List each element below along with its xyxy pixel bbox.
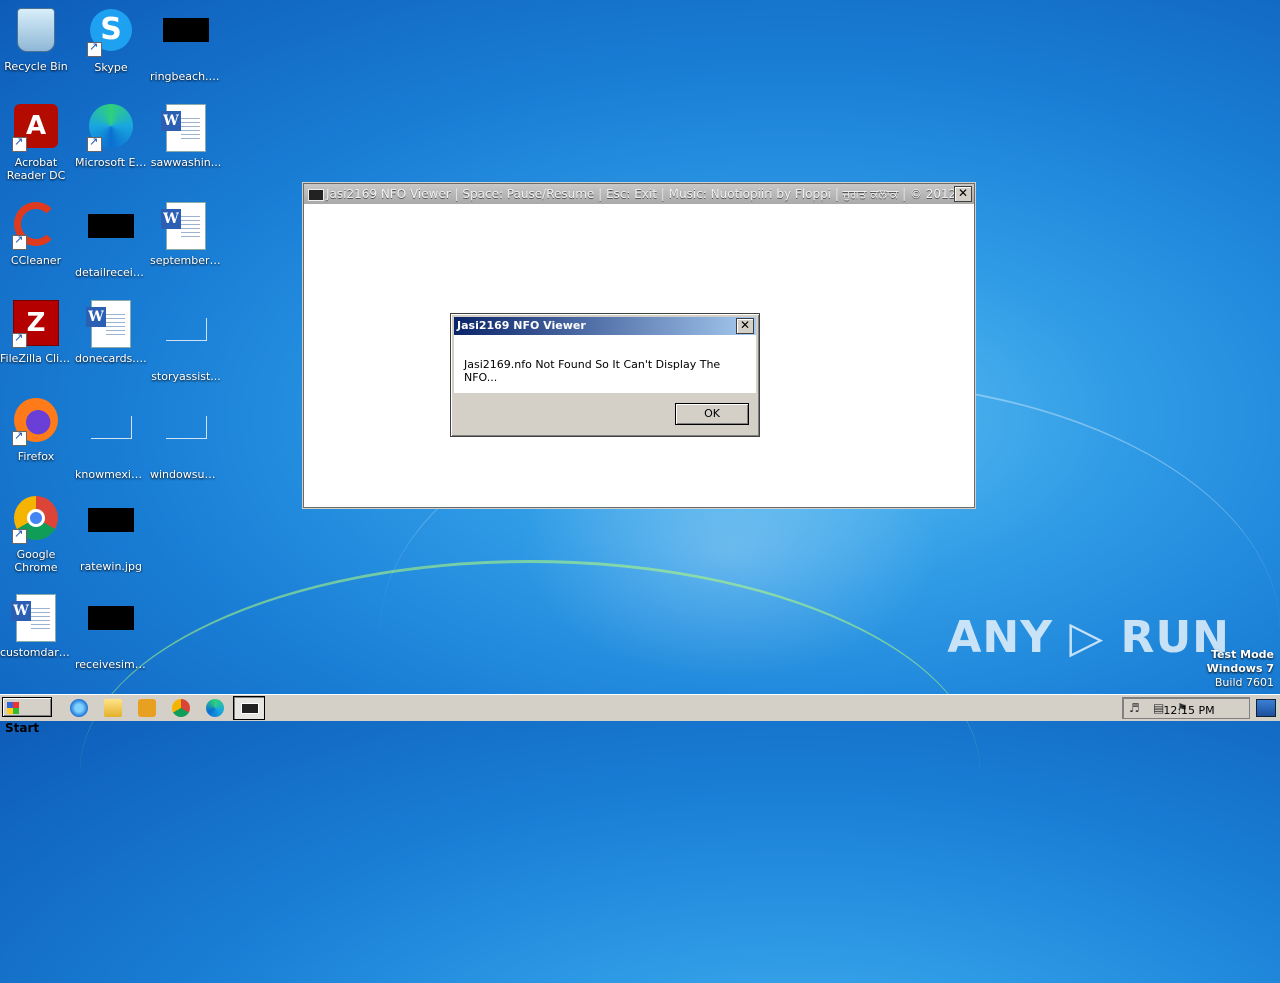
desktop-icon-windowsuni[interactable]: windowsuni... [148,398,224,481]
clock[interactable]: 12:15 PM [1159,701,1219,721]
windows-version-line: Windows 7 [1206,662,1274,675]
desktop-icon-label: Recycle Bin [4,60,68,73]
dialog-title: Jasi2169 NFO Viewer [457,319,586,332]
test-mode-line: Test Mode [1211,648,1274,661]
desktop-icon-skype[interactable]: S Skype [73,6,149,74]
blank-file-icon [90,416,132,439]
dialog-title-bar[interactable]: Jasi2169 NFO Viewer ✕ [454,317,756,335]
image-file-icon [163,18,209,42]
taskbar: Start ♬ ▤ ⚑ 12:15 PM [0,694,1280,735]
desktop-icon-label: FileZilla Client [0,352,74,365]
desktop-icon-filezilla[interactable]: Z FileZilla Client [0,300,74,365]
shortcut-arrow-icon [12,527,27,544]
desktop-icon-label: sawwashin... [150,156,222,169]
desktop-icon-sawwashin[interactable]: W sawwashin... [148,104,224,169]
desktop-icon-ratewin[interactable]: ratewin.jpg [73,496,149,573]
desktop-icon-detailreceiv[interactable]: detailreceiv... [73,202,149,279]
dialog-close-button[interactable]: ✕ [736,318,754,334]
desktop-icon-label: Google Chrome [14,548,58,574]
desktop-icon-label: ringbeach.jpg [150,70,224,83]
dialog-message: Jasi2169.nfo Not Found So It Can't Displ… [464,358,721,384]
desktop-icon-label: knowmexic... [75,468,148,481]
desktop-icon-label: CCleaner [10,254,62,267]
desktop-icon-acrobat[interactable]: A Acrobat Reader DC [0,104,74,182]
start-label: Start [5,721,40,735]
media-player-icon[interactable] [138,699,156,717]
build-line: Build 7601 [1214,676,1274,689]
explorer-folder-icon[interactable] [104,699,122,717]
desktop-icon-knowmexic[interactable]: knowmexic... [73,398,149,481]
word-doc-icon: W [11,594,56,642]
desktop-icon-label: detailreceiv... [75,266,149,279]
anyrun-watermark: ANY ▷ RUN [947,612,1230,663]
app-icon [308,189,324,201]
image-file-icon [88,214,134,238]
start-button[interactable]: Start [2,697,52,735]
shortcut-arrow-icon [12,331,27,348]
desktop-icon-firefox[interactable]: Firefox [0,398,74,463]
chrome-taskbar-icon[interactable] [172,699,190,717]
desktop-icon-receivesimil[interactable]: receivesimil... [73,594,149,671]
shortcut-arrow-icon [12,429,27,446]
desktop-icon-label: Skype [94,61,128,74]
desktop-icon-label: Microsoft Edge [75,156,149,169]
shortcut-arrow-icon [87,135,102,152]
desktop-icon-ringbeach[interactable]: ringbeach.jpg [148,6,224,83]
word-doc-icon: W [161,104,206,152]
test-mode-notice: Test Mode Windows 7 Build 7601 [1207,648,1274,690]
error-dialog[interactable]: Jasi2169 NFO Viewer ✕ Jasi2169.nfo Not F… [450,313,760,437]
word-doc-icon: W [161,202,206,250]
recycle-bin-icon [17,8,55,52]
shortcut-arrow-icon [12,233,27,250]
viewer-title-bar[interactable]: Jasi2169 NFO Viewer | Space: Pause/Resum… [304,184,974,204]
nfo-viewer-task-button[interactable] [233,696,265,720]
desktop-icon-label: septemberp... [150,254,224,267]
desktop-icon-storyassist[interactable]: storyassist... [148,300,224,383]
viewer-close-button[interactable]: ✕ [954,186,972,202]
desktop-icon-label: windowsuni... [150,468,224,481]
system-tray: ♬ ▤ ⚑ 12:15 PM [1122,697,1250,719]
image-file-icon [88,508,134,532]
desktop-icon-ccleaner[interactable]: CCleaner [0,202,74,267]
speaker-icon[interactable]: ♬ [1129,701,1143,715]
shortcut-arrow-icon [87,40,102,57]
desktop-icon-recycle-bin[interactable]: Recycle Bin [0,6,74,73]
desktop-icon-label: Acrobat Reader DC [6,156,66,182]
desktop-icon-customdark[interactable]: W customdark.rtf [0,594,74,659]
desktop-icon-label: ratewin.jpg [80,560,142,573]
desktop-icon-label: Firefox [17,450,55,463]
internet-explorer-icon[interactable] [70,699,88,717]
desktop-icon-septemberp[interactable]: W septemberp... [148,202,224,267]
desktop-icon-label: donecards.rtf [75,352,149,365]
blank-file-icon [165,416,207,439]
desktop-icon-donecards[interactable]: W donecards.rtf [73,300,149,365]
desktop-icon-label: customdark.rtf [0,646,74,659]
desktop-icon-label: receivesimil... [75,658,149,671]
windows-flag-icon [7,702,19,714]
image-file-icon [88,606,134,630]
desktop-icon-label: storyassist... [151,370,221,383]
show-desktop-icon[interactable] [1256,699,1276,717]
dialog-body: Jasi2169.nfo Not Found So It Can't Displ… [454,335,756,393]
word-doc-icon: W [86,300,131,348]
blank-file-icon [165,318,207,341]
desktop-icon-chrome[interactable]: Google Chrome [0,496,74,574]
viewer-title: Jasi2169 NFO Viewer | Space: Pause/Resum… [326,187,957,201]
edge-taskbar-icon[interactable] [206,699,224,717]
desktop-icon-edge[interactable]: Microsoft Edge [73,104,149,169]
shortcut-arrow-icon [12,135,27,152]
ok-button[interactable]: OK [675,403,749,425]
